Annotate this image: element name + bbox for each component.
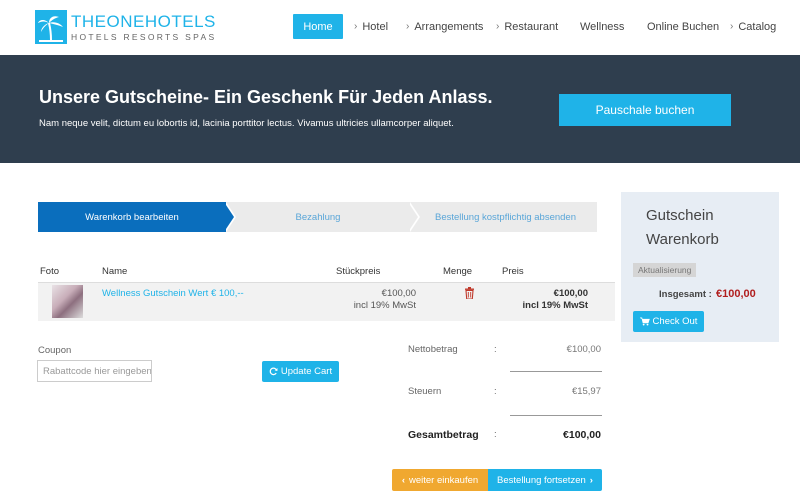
palm-logo-icon [35, 10, 67, 44]
divider [510, 415, 602, 416]
line-total: €100,00 [553, 288, 588, 299]
nav-label: Wellness [580, 20, 625, 33]
chevron-right-icon: › [496, 21, 500, 32]
proceed-order-button[interactable]: Bestellung fortsetzen › [488, 469, 602, 491]
refresh-icon [269, 367, 278, 376]
book-package-button[interactable]: Pauschale buchen [559, 94, 731, 126]
step-submit-order[interactable]: Bestellung kostpflichtig absenden [414, 202, 597, 232]
brand-name-part2: HOTELS [144, 12, 216, 31]
cart-total-label: Insgesamt : [659, 289, 712, 300]
update-cart-label: Update Cart [280, 366, 333, 377]
nav-label: Online Buchen [647, 20, 720, 33]
chevron-left-icon: ‹ [401, 474, 405, 486]
chevron-right-icon: › [730, 21, 734, 32]
colon: : [494, 344, 497, 355]
nav-label: Home [303, 20, 333, 33]
chevron-right-icon: › [354, 21, 358, 32]
column-header-price: Preis [502, 266, 524, 277]
checkout-button[interactable]: Check Out [633, 311, 704, 332]
product-name-link[interactable]: Wellness Gutschein Wert € 100,-- [102, 288, 244, 299]
cart-icon [639, 317, 650, 326]
nav-item-online-buchen[interactable]: Online Buchen [647, 14, 719, 39]
chevron-right-icon: › [406, 21, 410, 32]
nav-label: Catalog [738, 20, 777, 33]
site-logo[interactable]: THEONEHOTELS HOTELS RESORTS SPAS [35, 10, 215, 46]
column-header-name: Name [102, 266, 128, 277]
hero-subtitle: Nam neque velit, dictum eu lobortis id, … [39, 118, 454, 129]
column-header-unit-price: Stückpreis [336, 266, 381, 277]
proceed-order-label: Bestellung fortsetzen [497, 474, 586, 486]
nav-item-arrangements[interactable]: › Arrangements [406, 14, 483, 39]
continue-shopping-label: weiter einkaufen [408, 474, 479, 486]
checkout-label: Check Out [652, 316, 698, 327]
hero-banner: Unsere Gutscheine- Ein Geschenk Für Jede… [0, 55, 800, 163]
step-payment[interactable]: Bezahlung [228, 202, 408, 232]
net-amount-value: €100,00 [566, 344, 601, 355]
hero-title: Unsere Gutscheine- Ein Geschenk Für Jede… [39, 87, 493, 107]
site-header: THEONEHOTELS HOTELS RESORTS SPAS Home › H… [0, 0, 800, 55]
cart-total-value: €100,00 [716, 288, 756, 300]
voucher-cart-panel: Gutschein Warenkorb Aktualisierung Insge… [621, 192, 779, 342]
nav-label: Restaurant [504, 20, 559, 33]
nav-item-restaurant[interactable]: › Restaurant [496, 14, 558, 39]
colon: : [494, 386, 497, 397]
line-total-tax-note: incl 19% MwSt [522, 300, 588, 311]
nav-item-hotel[interactable]: › Hotel [354, 14, 388, 39]
update-badge[interactable]: Aktualisierung [633, 263, 697, 277]
step-edit-cart[interactable]: Warenkorb bearbeiten [38, 202, 226, 232]
coupon-input[interactable]: Rabattcode hier eingeben [37, 360, 152, 382]
continue-shopping-button[interactable]: ‹ weiter einkaufen [392, 469, 488, 491]
checkout-steps: Warenkorb bearbeiten Bezahlung Bestellun… [38, 202, 597, 232]
nav-label: Arrangements [414, 20, 484, 33]
tax-label: Steuern [408, 386, 442, 397]
column-header-photo: Foto [40, 266, 60, 277]
brand-name: THEONEHOTELS [71, 12, 216, 32]
nav-label: Hotel [362, 20, 389, 33]
nav-item-catalog[interactable]: › Catalog [730, 14, 776, 39]
gross-amount-label: Gesamtbetrag [408, 429, 479, 441]
nav-item-home[interactable]: Home [293, 14, 343, 39]
divider [510, 371, 602, 372]
brand-name-part1: THEONE [71, 12, 145, 31]
column-header-quantity: Menge [443, 266, 473, 277]
coupon-label: Coupon [38, 345, 72, 356]
unit-price-tax-note: incl 19% MwSt [353, 300, 416, 311]
nav-item-wellness[interactable]: Wellness [580, 14, 624, 39]
cart-title: Gutschein Warenkorb [646, 207, 719, 248]
trash-icon[interactable] [464, 287, 475, 299]
net-amount-label: Nettobetrag [408, 344, 458, 355]
unit-price: €100,00 [381, 288, 416, 299]
colon: : [494, 429, 497, 440]
gross-amount-value: €100,00 [563, 429, 601, 441]
tax-value: €15,97 [571, 386, 601, 397]
brand-tagline: HOTELS RESORTS SPAS [71, 32, 217, 42]
chevron-right-icon: › [589, 474, 593, 486]
update-cart-button[interactable]: Update Cart [262, 361, 339, 382]
product-thumbnail[interactable] [52, 285, 83, 318]
